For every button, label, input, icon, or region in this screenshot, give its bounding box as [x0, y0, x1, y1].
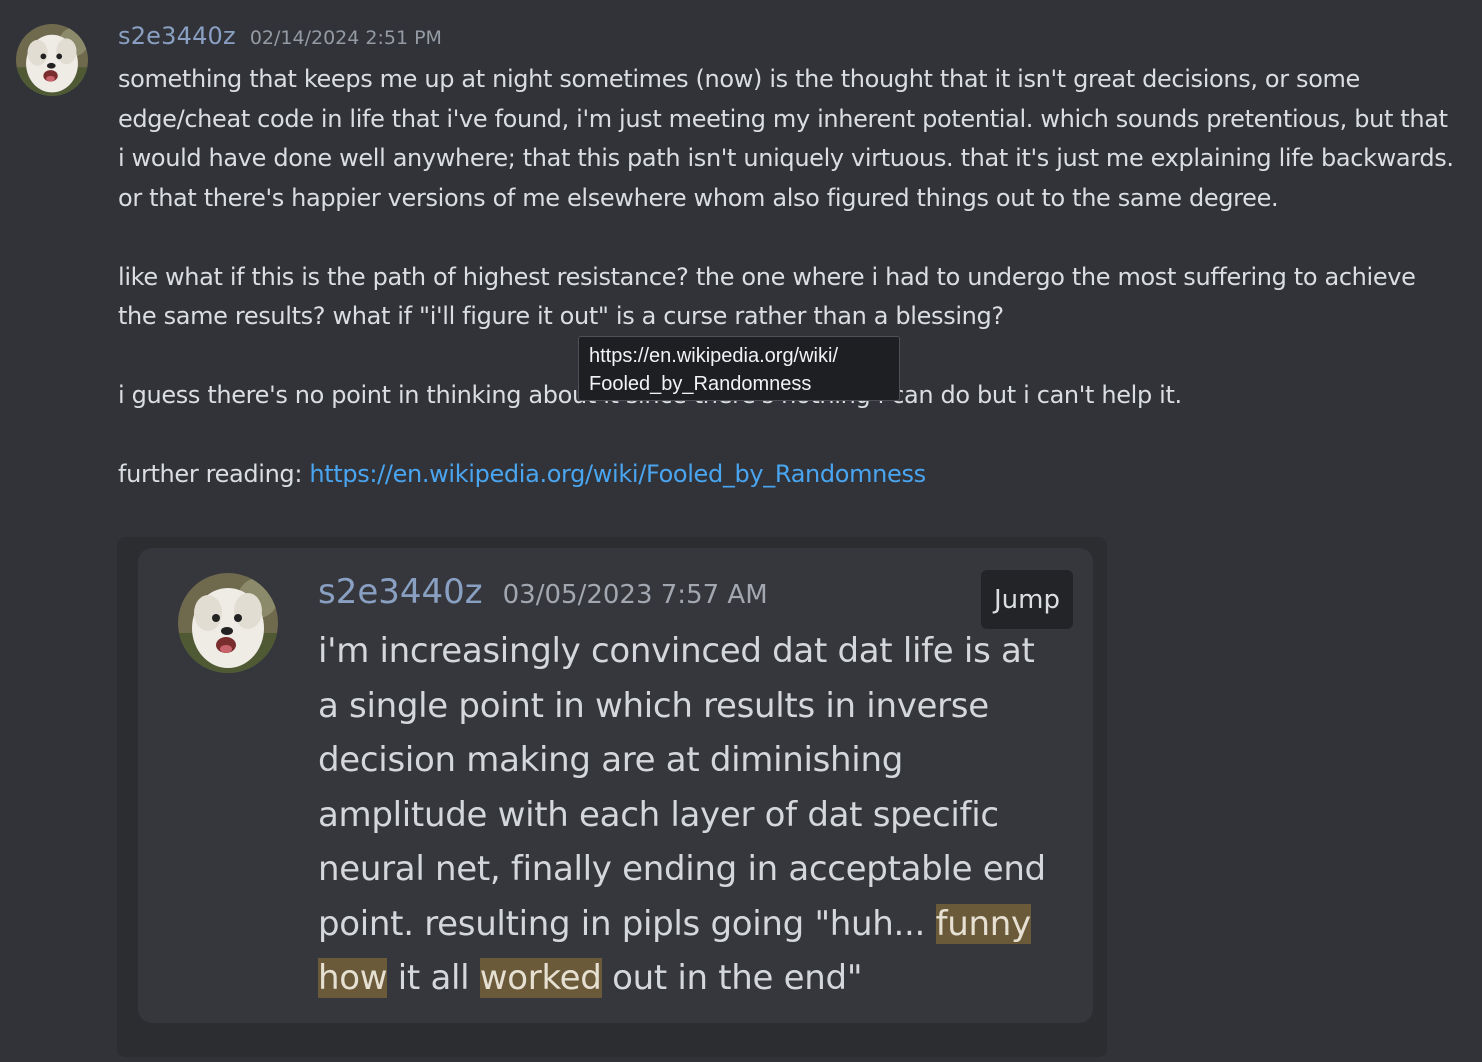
message-header: s2e3440z 02/14/2024 2:51 PM	[118, 22, 1458, 60]
further-reading-label: further reading:	[118, 460, 310, 488]
timestamp: 02/14/2024 2:51 PM	[249, 27, 442, 49]
search-highlight: funny	[935, 903, 1031, 944]
wikipedia-link[interactable]: https://en.wikipedia.org/wiki/Fooled_by_…	[309, 460, 926, 488]
embed-username: s2e3440z	[318, 572, 483, 612]
dog-avatar-icon	[16, 24, 88, 96]
embed-text: out in the end"	[601, 958, 863, 998]
message-paragraph: like what if this is the path of highest…	[118, 262, 1416, 331]
user-avatar[interactable]	[16, 24, 88, 96]
message: s2e3440z 02/14/2024 2:51 PM something th…	[118, 22, 1458, 495]
message-content: something that keeps me up at night some…	[118, 60, 1458, 495]
tooltip-line: Fooled_by_Randomness	[589, 373, 812, 395]
search-highlight: worked	[479, 958, 602, 998]
embed-text: i'm increasingly convinced dat dat life …	[318, 631, 1046, 944]
username[interactable]: s2e3440z	[118, 22, 236, 50]
further-reading-line: further reading: https://en.wikipedia.or…	[118, 455, 1458, 495]
dog-avatar-icon	[178, 573, 278, 673]
link-tooltip: https://en.wikipedia.org/wiki/ Fooled_by…	[578, 336, 900, 401]
embed-timestamp: 03/05/2023 7:57 AM	[502, 580, 768, 610]
embed-avatar	[178, 573, 278, 673]
jump-button[interactable]: Jump	[981, 570, 1073, 629]
embed-header: s2e3440z 03/05/2023 7:57 AM	[318, 572, 768, 612]
tooltip-line: https://en.wikipedia.org/wiki/	[589, 345, 839, 367]
message-paragraph: something that keeps me up at night some…	[118, 65, 1454, 212]
embed-text: it all	[387, 958, 480, 998]
search-highlight: how	[318, 958, 388, 998]
embed-content: i'm increasingly convinced dat dat life …	[318, 624, 1058, 1006]
